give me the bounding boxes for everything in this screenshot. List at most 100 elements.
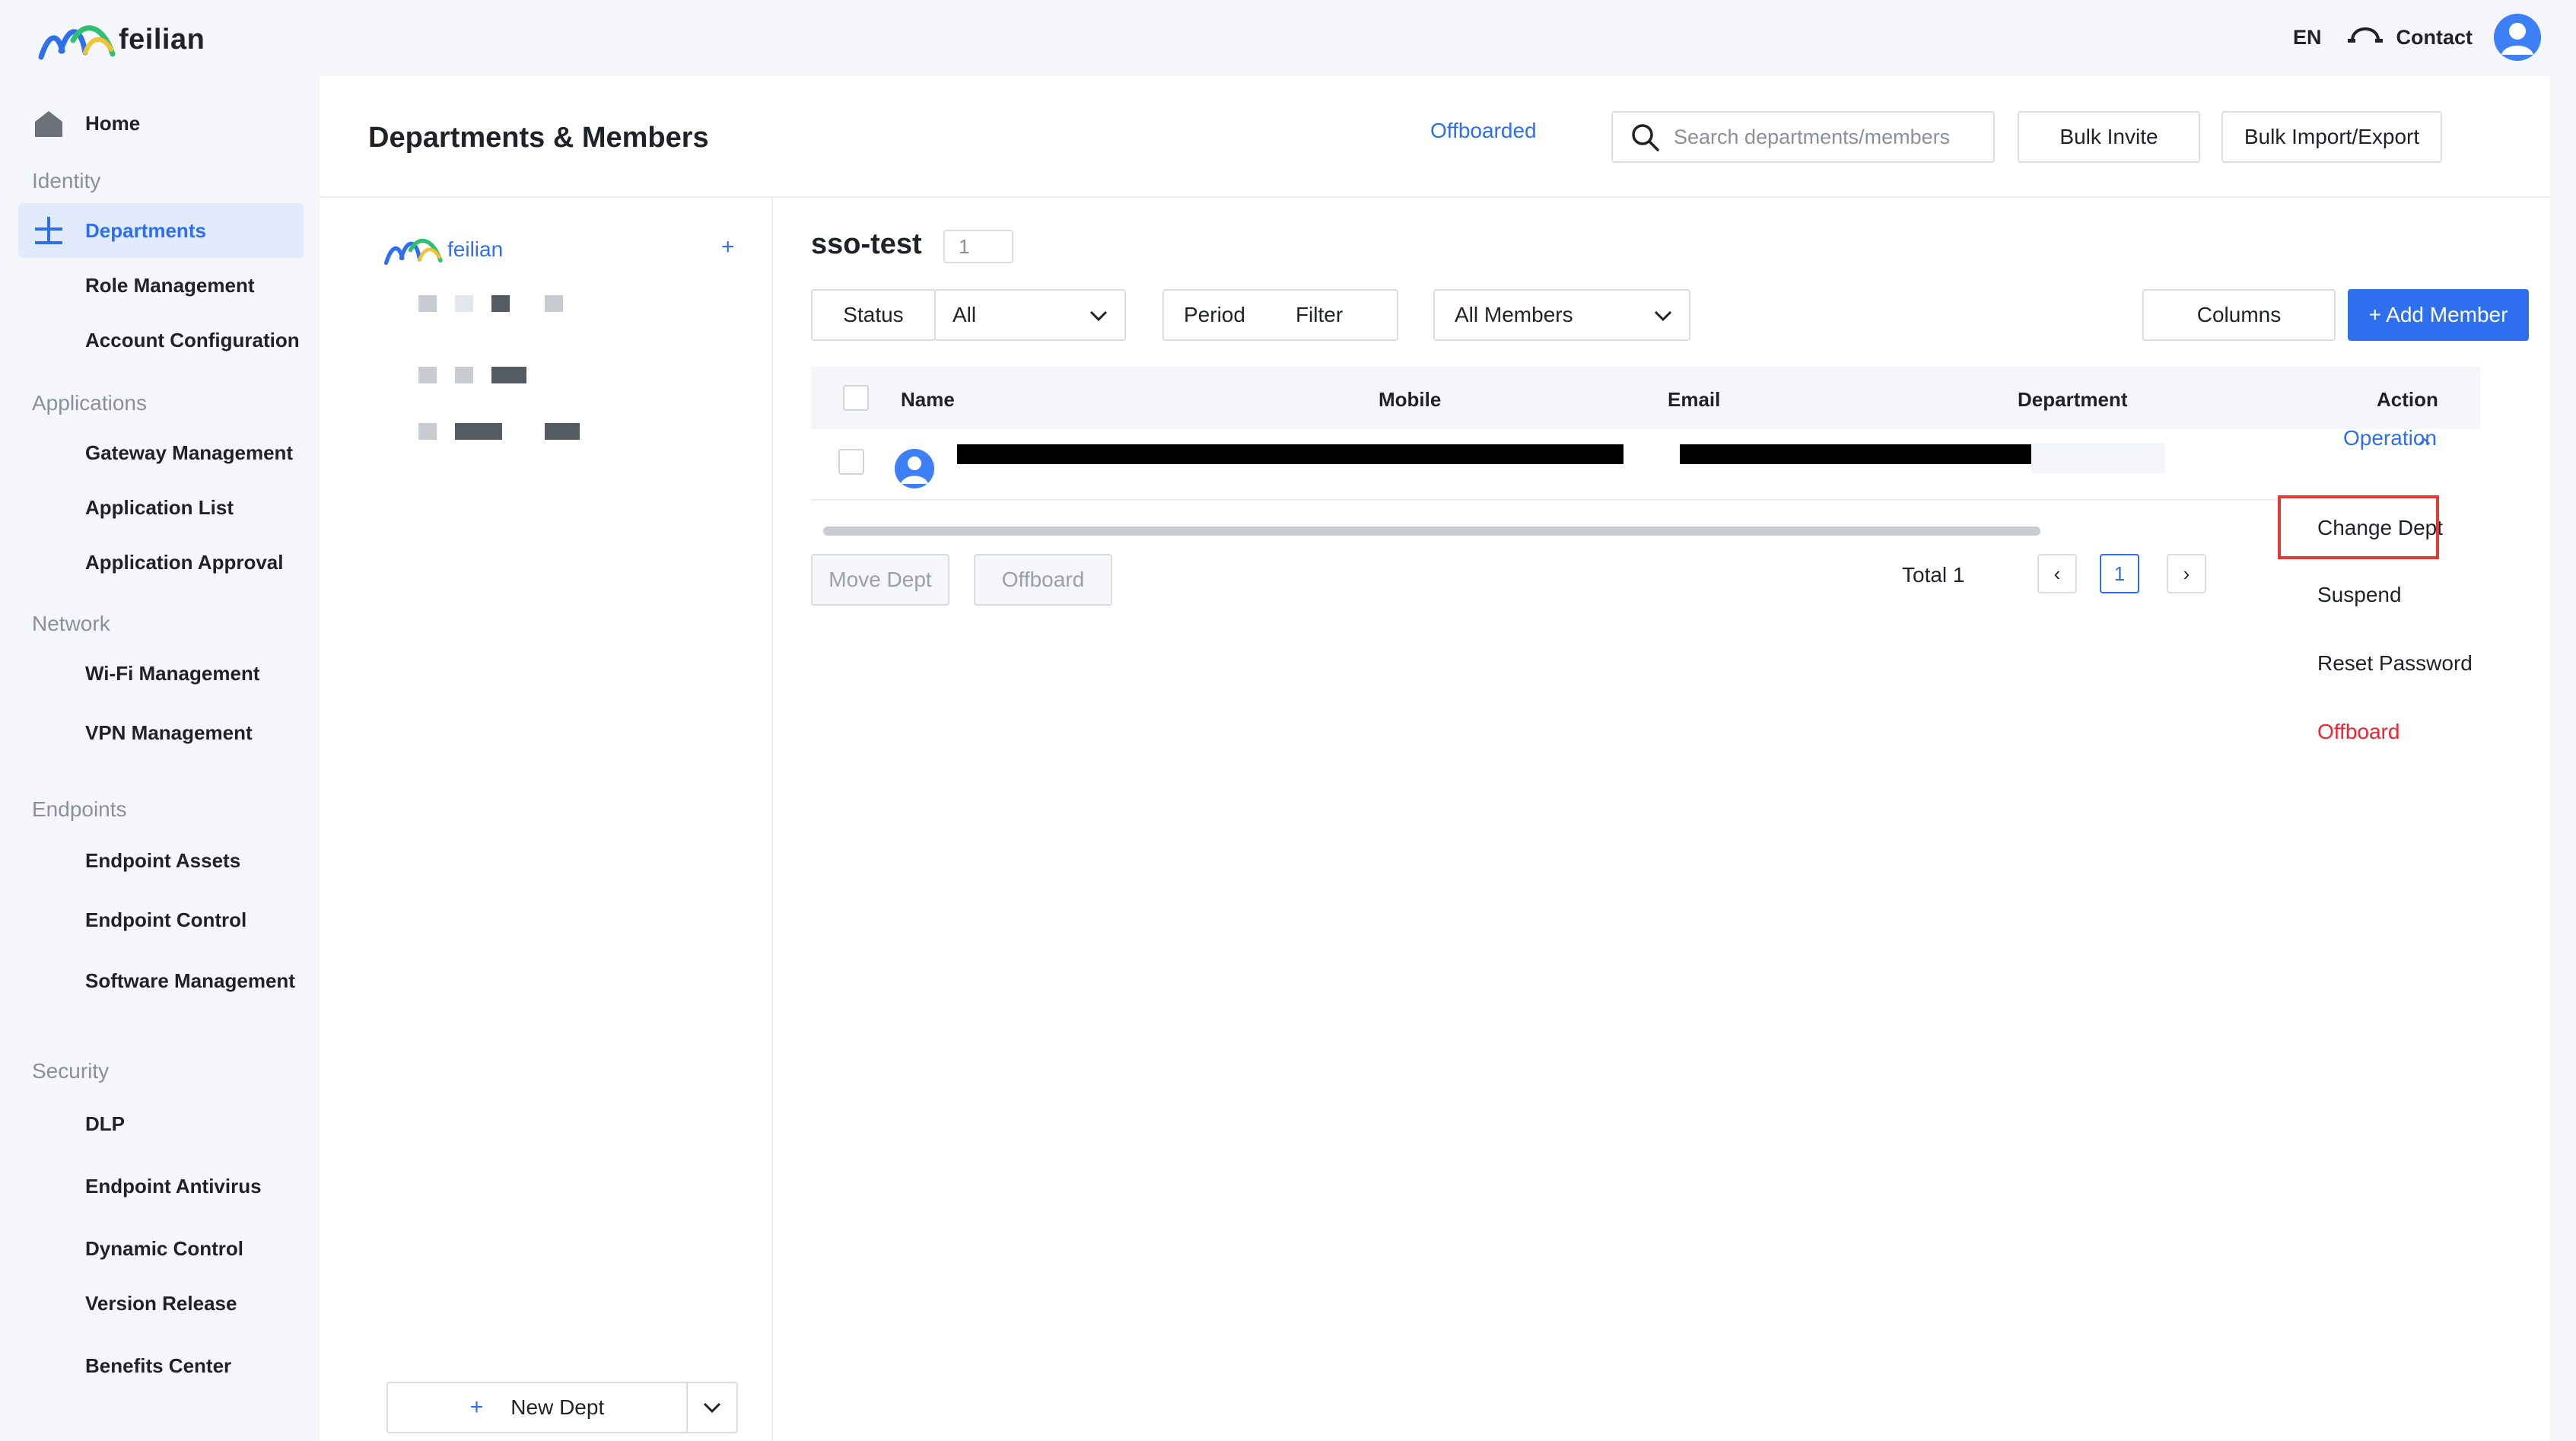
next-page-button[interactable]: › <box>2167 554 2206 593</box>
column-header-department: Department <box>2018 388 2128 411</box>
members-select[interactable]: All Members <box>1433 289 1690 341</box>
add-department-icon[interactable]: + <box>721 234 735 260</box>
sidebar-item-endpoint-assets[interactable]: Endpoint Assets <box>85 849 240 873</box>
row-checkbox[interactable] <box>838 449 864 475</box>
main-panel: Departments & Members Offboarded Bulk In… <box>320 76 2550 1441</box>
column-header-mobile: Mobile <box>1379 388 1442 411</box>
user-avatar[interactable] <box>2494 14 2541 61</box>
offboard-bulk-button[interactable]: Offboard <box>974 554 1112 606</box>
change-dept-highlight <box>2278 495 2439 559</box>
sidebar: Home Identity Departments Role Managemen… <box>0 76 320 1441</box>
period-filter-text: Filter <box>1295 303 1344 326</box>
period-filter[interactable]: Period Filter <box>1162 289 1398 341</box>
search-input[interactable] <box>1674 125 1978 149</box>
sidebar-item-home[interactable]: Home <box>32 107 140 140</box>
redacted-block <box>545 423 580 440</box>
status-filter-label: Status <box>811 289 936 341</box>
sidebar-group-identity: Identity <box>32 169 101 192</box>
redacted-block <box>418 295 437 312</box>
horizontal-scrollbar[interactable] <box>823 526 2040 536</box>
brand-name: feilian <box>119 23 205 56</box>
sidebar-item-software-management[interactable]: Software Management <box>85 969 295 993</box>
redacted-block <box>491 295 510 312</box>
sidebar-item-application-approval[interactable]: Application Approval <box>85 551 284 574</box>
chevron-down-icon <box>1654 310 1672 322</box>
status-label: Status <box>843 303 904 326</box>
redacted-name-mobile <box>957 444 1624 464</box>
sidebar-item-endpoint-control[interactable]: Endpoint Control <box>85 908 246 932</box>
new-dept-label: New Dept <box>510 1395 605 1419</box>
prev-page-button[interactable]: ‹ <box>2037 554 2077 593</box>
department-cell <box>2031 443 2165 473</box>
sidebar-item-endpoint-antivirus[interactable]: Endpoint Antivirus <box>85 1175 262 1198</box>
user-icon <box>901 456 928 484</box>
sidebar-item-departments[interactable]: Departments <box>18 203 304 258</box>
sidebar-group-applications: Applications <box>32 391 147 415</box>
total-count: Total 1 <box>1902 563 1965 587</box>
sidebar-item-gateway-management[interactable]: Gateway Management <box>85 441 293 465</box>
feilian-logo-icon <box>383 238 443 266</box>
redacted-block <box>418 367 437 383</box>
sidebar-item-account-configuration[interactable]: Account Configuration <box>85 329 300 352</box>
table-header: Name Mobile Email Department Action <box>811 367 2480 429</box>
move-dept-button[interactable]: Move Dept <box>811 554 949 606</box>
column-header-email: Email <box>1668 388 1721 411</box>
menu-item-reset-password[interactable]: Reset Password <box>2317 651 2473 676</box>
brand-logo[interactable]: feilian <box>38 17 205 62</box>
page-1-button[interactable]: 1 <box>2100 554 2139 593</box>
sidebar-group-network: Network <box>32 612 110 635</box>
bulk-import-export-button[interactable]: Bulk Import/Export <box>2221 111 2442 163</box>
column-header-name: Name <box>901 388 955 411</box>
new-dept-dropdown-button[interactable] <box>686 1382 738 1433</box>
member-content: sso-test 1 Status All Period Filter All … <box>774 198 2550 1441</box>
sidebar-item-dynamic-control[interactable]: Dynamic Control <box>85 1237 243 1261</box>
chevron-down-icon <box>1089 310 1108 322</box>
offboarded-link[interactable]: Offboarded <box>1430 119 1537 143</box>
chevron-down-icon <box>703 1402 721 1414</box>
row-operation-link[interactable]: Operation <box>2343 426 2437 450</box>
status-select[interactable]: All <box>934 289 1126 341</box>
home-icon <box>35 111 62 137</box>
sidebar-item-label: Home <box>85 111 141 135</box>
new-dept-button[interactable]: + New Dept <box>386 1382 688 1433</box>
page-title: Departments & Members <box>368 122 709 154</box>
page-header: Departments & Members Offboarded Bulk In… <box>320 76 2550 198</box>
sidebar-item-label: Departments <box>85 218 206 242</box>
status-value: All <box>952 303 977 326</box>
sidebar-item-benefits-center[interactable]: Benefits Center <box>85 1354 231 1378</box>
redacted-block <box>545 295 563 312</box>
menu-item-offboard[interactable]: Offboard <box>2317 720 2399 744</box>
redacted-block <box>455 295 473 312</box>
feilian-logo-icon <box>38 25 116 60</box>
contact-link[interactable]: Contact <box>2396 26 2473 49</box>
redacted-email <box>1680 444 2031 464</box>
members-value: All Members <box>1455 303 1573 326</box>
search-box[interactable] <box>1611 111 1995 163</box>
headset-icon[interactable] <box>2342 17 2389 57</box>
redacted-block <box>455 367 473 383</box>
top-bar: feilian EN Contact <box>0 0 2576 76</box>
column-header-action: Action <box>2377 388 2438 411</box>
chevron-up-icon <box>2419 437 2431 445</box>
sidebar-group-security: Security <box>32 1059 110 1083</box>
sidebar-item-application-list[interactable]: Application List <box>85 496 234 520</box>
search-icon <box>1632 124 1659 151</box>
columns-button[interactable]: Columns <box>2142 289 2336 341</box>
tree-root-label: feilian <box>447 237 504 261</box>
plus-icon: + <box>469 1395 484 1420</box>
redacted-block <box>491 367 526 383</box>
sidebar-item-vpn-management[interactable]: VPN Management <box>85 721 253 745</box>
menu-item-suspend[interactable]: Suspend <box>2317 583 2402 607</box>
redacted-block <box>418 423 437 440</box>
add-member-button[interactable]: + Add Member <box>2348 289 2529 341</box>
bulk-invite-button[interactable]: Bulk Invite <box>2018 111 2200 163</box>
sidebar-item-dlp[interactable]: DLP <box>85 1112 125 1136</box>
language-switch[interactable]: EN <box>2293 26 2322 49</box>
sidebar-item-wifi-management[interactable]: Wi-Fi Management <box>85 662 259 686</box>
sidebar-item-version-release[interactable]: Version Release <box>85 1292 237 1315</box>
select-all-checkbox[interactable] <box>843 385 869 411</box>
user-icon <box>2501 23 2533 55</box>
sidebar-item-role-management[interactable]: Role Management <box>85 274 255 297</box>
tree-root-node[interactable]: feilian <box>383 233 503 266</box>
table-row[interactable] <box>811 429 2480 501</box>
